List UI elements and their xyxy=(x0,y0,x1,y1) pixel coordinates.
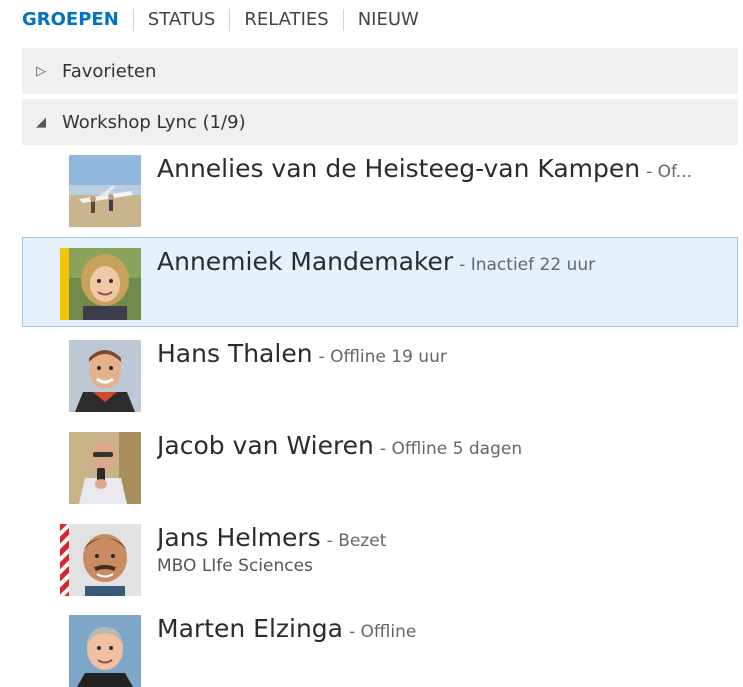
contact-status: - Offline xyxy=(349,622,417,642)
contact-status: - Of... xyxy=(646,162,692,182)
collapse-arrow-icon[interactable]: ◢ xyxy=(32,115,50,130)
contact-name: Marten Elzinga xyxy=(157,614,343,643)
man-photo-avatar xyxy=(69,432,141,504)
expand-arrow-icon[interactable]: ▷ xyxy=(32,64,50,79)
contact-name: Annelies van de Heisteeg-van Kampen xyxy=(157,154,641,183)
group-label-favorites: Favorieten xyxy=(62,60,157,82)
contact-status: - Offline 5 dagen xyxy=(379,439,523,459)
contact-name: Hans Thalen xyxy=(157,339,313,368)
contact-item[interactable]: Jacob van Wieren - Offline 5 dagen xyxy=(22,431,738,522)
contact-status: - Bezet xyxy=(326,531,387,551)
presence-bar-away xyxy=(60,248,69,320)
contact-item[interactable]: Marten Elzinga - Offline xyxy=(22,614,738,687)
woman-photo-avatar xyxy=(69,248,141,320)
tab-groepen[interactable]: GROEPEN xyxy=(22,9,133,31)
glider-photo-avatar xyxy=(69,155,141,227)
presence-bar-busy xyxy=(60,524,69,596)
contact-item[interactable]: Annelies van de Heisteeg-van Kampen - Of.… xyxy=(22,154,738,245)
group-header-workshop[interactable]: ◢ Workshop Lync (1/9) xyxy=(22,99,738,145)
contact-status: - Inactief 22 uur xyxy=(459,255,596,275)
man-photo-avatar xyxy=(69,340,141,412)
view-tabs: GROEPEN STATUS RELATIES NIEUW xyxy=(0,0,743,40)
man-photo-avatar xyxy=(69,524,141,596)
contact-item[interactable]: Hans Thalen - Offline 19 uur xyxy=(22,339,738,430)
contact-name: Annemiek Mandemaker xyxy=(157,247,454,276)
contact-status: - Offline 19 uur xyxy=(318,347,447,367)
man-photo-avatar xyxy=(69,615,141,687)
contact-item-selected[interactable]: Annemiek Mandemaker - Inactief 22 uur xyxy=(22,237,738,327)
contact-name: Jacob van Wieren xyxy=(157,431,374,460)
group-header-favorites[interactable]: ▷ Favorieten xyxy=(22,48,738,94)
tab-nieuw[interactable]: NIEUW xyxy=(342,9,433,31)
contact-name: Jans Helmers xyxy=(157,523,321,552)
contact-item[interactable]: Jans Helmers - Bezet MBO LIfe Sciences xyxy=(22,523,738,614)
tab-relaties[interactable]: RELATIES xyxy=(229,9,342,31)
contact-note: MBO LIfe Sciences xyxy=(157,556,313,576)
group-label-workshop: Workshop Lync (1/9) xyxy=(62,111,246,133)
tab-status[interactable]: STATUS xyxy=(132,9,230,31)
